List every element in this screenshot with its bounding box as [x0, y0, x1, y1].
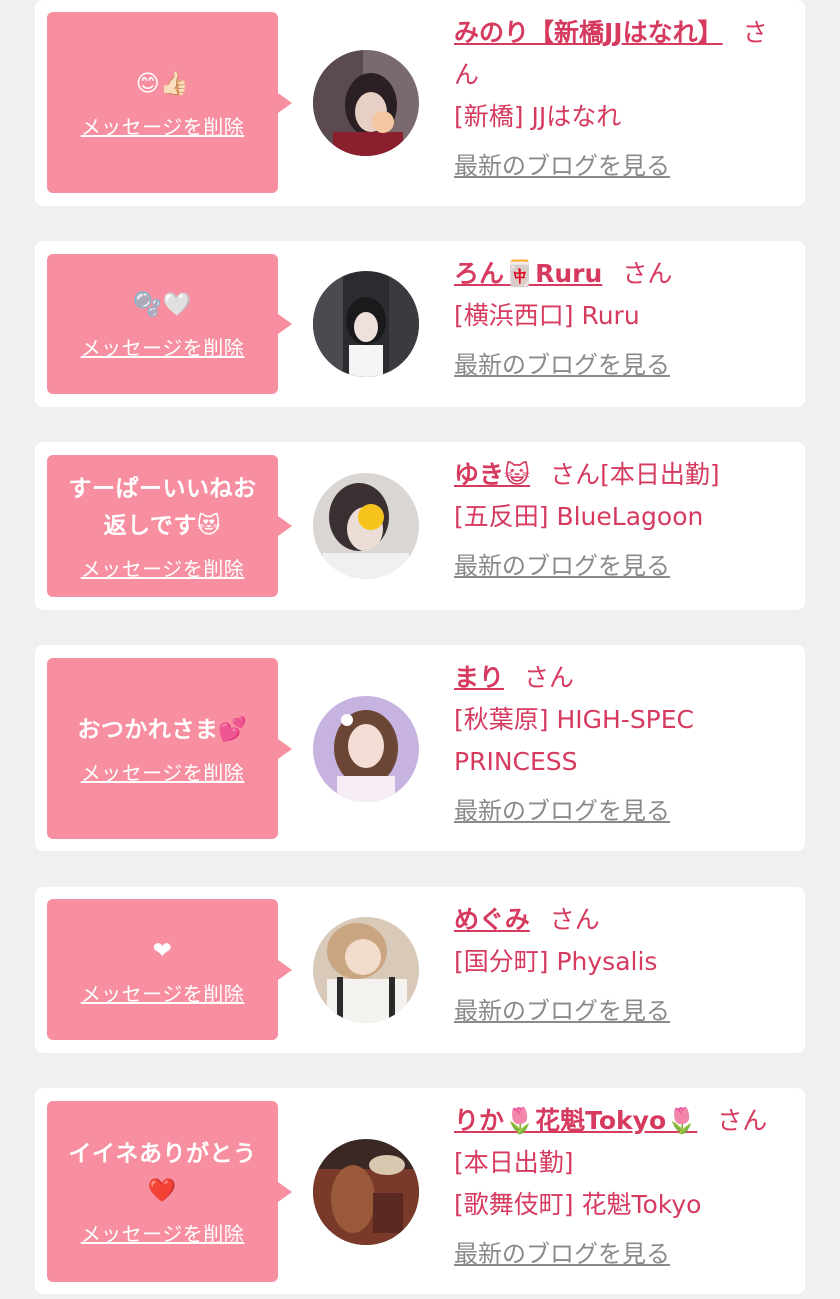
- status: [本日出勤]: [454, 1148, 574, 1177]
- message-bubble: ❤ メッセージを削除: [47, 899, 292, 1040]
- shop-label: [歌舞伎町] 花魁Tokyo: [454, 1190, 702, 1219]
- profile-name-link[interactable]: ろん🀄Ruru: [454, 259, 602, 288]
- delete-message-link[interactable]: メッセージを削除: [81, 111, 245, 140]
- message-card: 🫧🤍 メッセージを削除 ろん🀄Ruru さん [横浜西口] Ruru 最新のブログ…: [35, 241, 805, 407]
- message-list: 😊👍🏻 メッセージを削除 みのり【新橋JJはなれ】 さん [新橋] JJはなれ 最…: [0, 0, 840, 1299]
- message-card: おつかれさま💕 メッセージを削除 まり さん [秋葉原] HIGH-SPEC PR…: [35, 645, 805, 851]
- latest-blog-link[interactable]: 最新のブログを見る: [454, 791, 670, 831]
- profile-info: みのり【新橋JJはなれ】 さん [新橋] JJはなれ 最新のブログを見る: [454, 12, 774, 186]
- message-bubble: 😊👍🏻 メッセージを削除: [47, 12, 292, 193]
- message-bubble: イイネありがとう❤️ メッセージを削除: [47, 1101, 292, 1282]
- profile-name-link[interactable]: みのり【新橋JJはなれ】: [454, 18, 723, 47]
- message-text: ❤: [152, 937, 173, 964]
- delete-message-link[interactable]: メッセージを削除: [81, 757, 245, 786]
- honorific: さん: [524, 663, 575, 692]
- avatar[interactable]: [313, 1139, 419, 1245]
- name-line: まり さん: [454, 657, 774, 699]
- message-bubble: おつかれさま💕 メッセージを削除: [47, 658, 292, 839]
- avatar-photo: [313, 1139, 419, 1245]
- honorific: さん: [622, 259, 673, 288]
- delete-message-link[interactable]: メッセージを削除: [81, 978, 245, 1007]
- message-card: 😊👍🏻 メッセージを削除 みのり【新橋JJはなれ】 さん [新橋] JJはなれ 最…: [35, 0, 805, 206]
- status: [本日出勤]: [600, 460, 720, 489]
- avatar[interactable]: [313, 50, 419, 156]
- avatar[interactable]: [313, 271, 419, 377]
- shop-label: [国分町] Physalis: [454, 947, 658, 976]
- message-text: 😊👍🏻: [135, 70, 190, 97]
- delete-message-link[interactable]: メッセージを削除: [81, 332, 245, 361]
- message-bubble: すーぱーいいねお返しです😻 メッセージを削除: [47, 455, 292, 597]
- avatar-photo: [313, 271, 419, 377]
- shop-label: [秋葉原] HIGH-SPEC PRINCESS: [454, 705, 695, 776]
- message-card: ❤ メッセージを削除 めぐみ さん [国分町] Physalis 最新のブログを見…: [35, 887, 805, 1053]
- delete-message-link[interactable]: メッセージを削除: [81, 553, 245, 582]
- profile-info: ゆき😺 さん[本日出勤] [五反田] BlueLagoon 最新のブログを見る: [454, 454, 774, 586]
- message-text: 🫧🤍: [133, 292, 192, 318]
- avatar[interactable]: [313, 696, 419, 802]
- name-line: りか🌷花魁Tokyo🌷 さん [本日出勤]: [454, 1100, 774, 1184]
- profile-info: めぐみ さん [国分町] Physalis 最新のブログを見る: [454, 899, 774, 1031]
- latest-blog-link[interactable]: 最新のブログを見る: [454, 345, 670, 385]
- profile-name-link[interactable]: ゆき😺: [454, 460, 530, 489]
- name-line: ろん🀄Ruru さん: [454, 253, 774, 295]
- honorific: さん: [717, 1106, 768, 1135]
- profile-info: ろん🀄Ruru さん [横浜西口] Ruru 最新のブログを見る: [454, 253, 774, 385]
- avatar-photo: [313, 50, 419, 156]
- message-text: おつかれさま💕: [77, 716, 248, 743]
- latest-blog-link[interactable]: 最新のブログを見る: [454, 1234, 670, 1274]
- name-line: ゆき😺 さん[本日出勤]: [454, 454, 774, 496]
- profile-name-link[interactable]: りか🌷花魁Tokyo🌷: [454, 1106, 697, 1135]
- shop-label: [五反田] BlueLagoon: [454, 502, 704, 531]
- latest-blog-link[interactable]: 最新のブログを見る: [454, 546, 670, 586]
- shop-label: [新橋] JJはなれ: [454, 102, 622, 131]
- latest-blog-link[interactable]: 最新のブログを見る: [454, 146, 670, 186]
- avatar-photo: [313, 696, 419, 802]
- message-bubble: 🫧🤍 メッセージを削除: [47, 254, 292, 394]
- message-card: イイネありがとう❤️ メッセージを削除 りか🌷花魁Tokyo🌷 さん [本日出勤] …: [35, 1088, 805, 1294]
- name-line: めぐみ さん: [454, 899, 774, 941]
- message-text: イイネありがとう❤️: [68, 1141, 257, 1204]
- message-card: すーぱーいいねお返しです😻 メッセージを削除 ゆき😺 さん[本日出勤] [五反田]…: [35, 442, 805, 610]
- avatar-photo: [313, 917, 419, 1023]
- honorific: さん: [549, 905, 600, 934]
- profile-name-link[interactable]: まり: [454, 663, 504, 692]
- name-line: みのり【新橋JJはなれ】 さん: [454, 12, 774, 96]
- latest-blog-link[interactable]: 最新のブログを見る: [454, 991, 670, 1031]
- avatar[interactable]: [313, 917, 419, 1023]
- delete-message-link[interactable]: メッセージを削除: [81, 1218, 245, 1247]
- profile-info: りか🌷花魁Tokyo🌷 さん [本日出勤] [歌舞伎町] 花魁Tokyo 最新のブロ…: [454, 1100, 774, 1274]
- profile-info: まり さん [秋葉原] HIGH-SPEC PRINCESS 最新のブログを見る: [454, 657, 774, 831]
- message-text: すーぱーいいねお返しです😻: [68, 475, 257, 539]
- avatar[interactable]: [313, 473, 419, 579]
- shop-label: [横浜西口] Ruru: [454, 301, 640, 330]
- honorific: さん: [550, 460, 601, 489]
- profile-name-link[interactable]: めぐみ: [454, 905, 530, 934]
- avatar-photo: [313, 473, 419, 579]
